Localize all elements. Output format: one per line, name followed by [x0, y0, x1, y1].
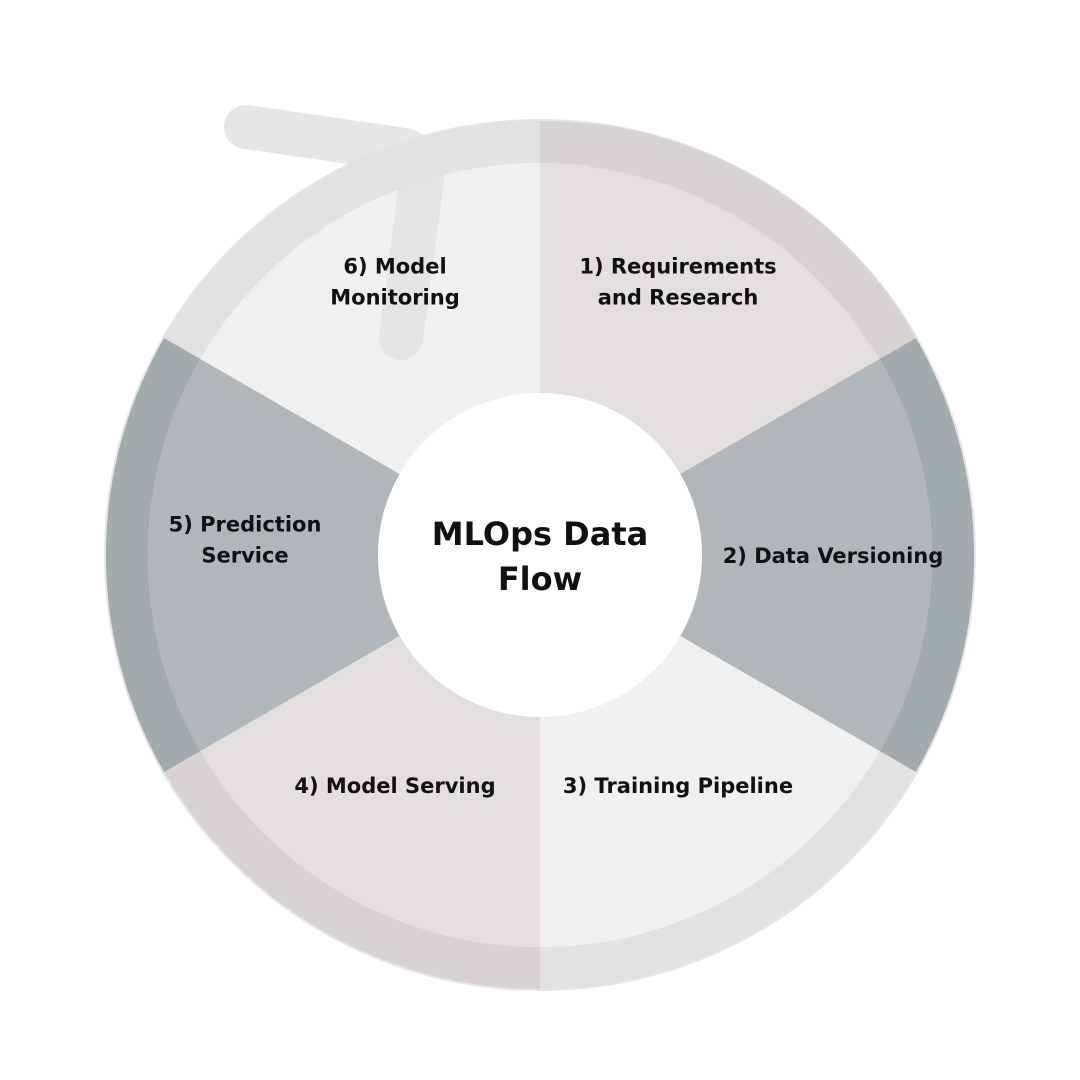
- mlops-cycle-diagram: 1) Requirements and Research 2) Data Versi…: [0, 0, 1080, 1080]
- cycle-svg: 1) Requirements and Research 2) Data Versi…: [104, 105, 976, 991]
- segment-2-label-line-1: 2) Data Versioning: [723, 544, 944, 568]
- segment-5-label-line-2: Service: [201, 544, 288, 568]
- segment-6-label-line-1: 6) Model: [343, 255, 446, 279]
- diagram-title-line-2: Flow: [498, 560, 582, 598]
- center-circle: [378, 393, 702, 717]
- segment-4-label-line-1: 4) Model Serving: [294, 774, 495, 798]
- segment-5-label-line-1: 5) Prediction: [169, 513, 322, 537]
- segment-1-label-line-2: and Research: [598, 286, 759, 310]
- segment-1-label-line-1: 1) Requirements: [579, 255, 776, 279]
- diagram-title-line-1: MLOps Data: [432, 515, 648, 553]
- segment-6-label-line-2: Monitoring: [330, 286, 459, 310]
- segment-3-label-line-1: 3) Training Pipeline: [563, 774, 793, 798]
